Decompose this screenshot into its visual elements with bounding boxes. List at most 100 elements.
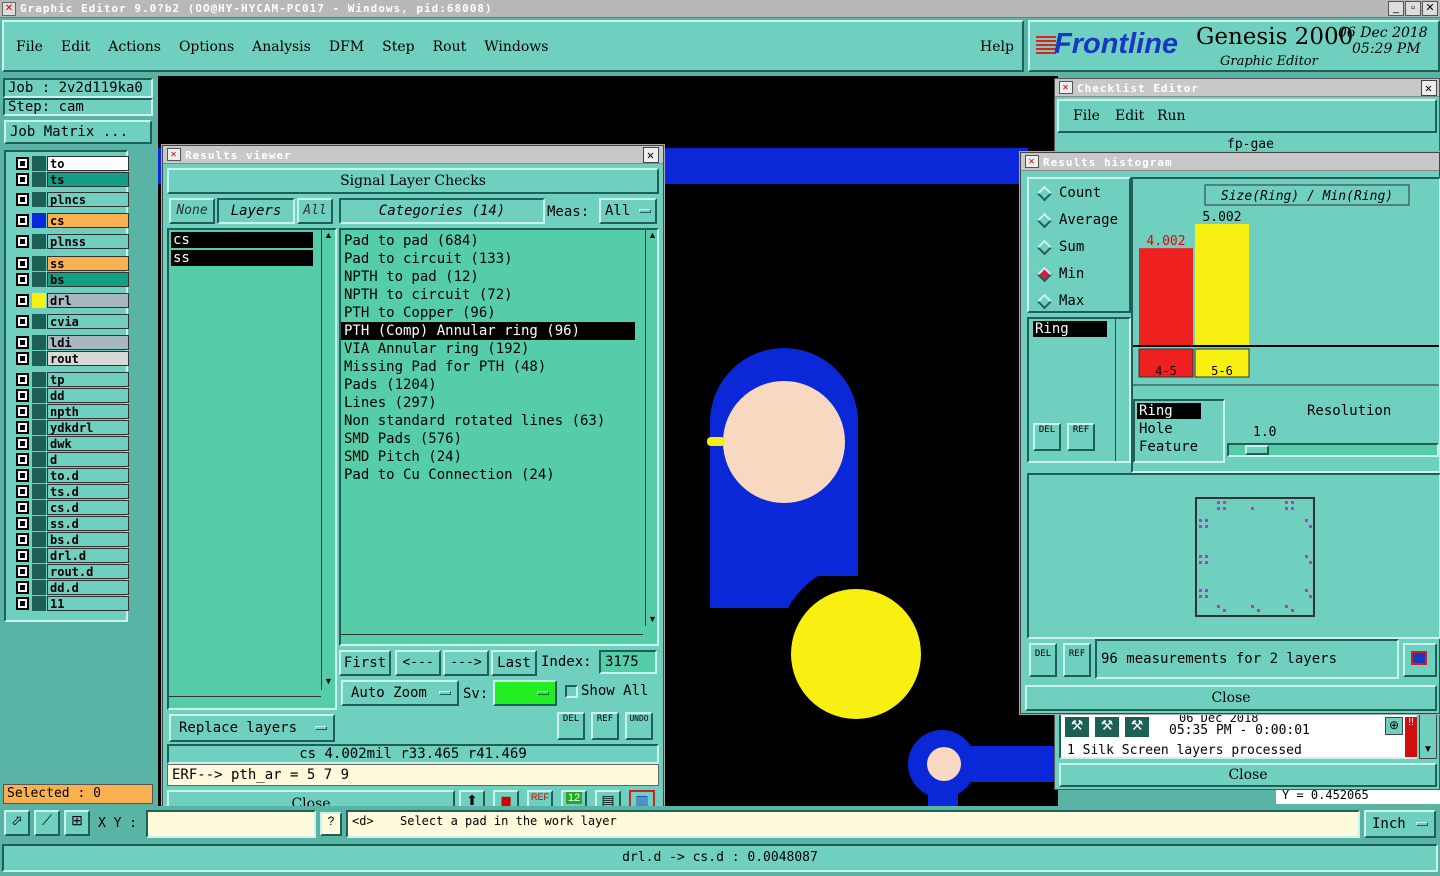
category-hscrollbar[interactable] [341,634,643,646]
layer-row[interactable]: ldi [14,335,130,350]
menu-file[interactable]: File [16,39,43,55]
undo-icon[interactable]: UNDO [625,712,653,740]
layer-affected-mark[interactable] [32,272,46,287]
layer-name[interactable]: dd [47,388,129,403]
layer-row[interactable]: ss [14,256,130,271]
layer-checkbox[interactable] [16,294,29,307]
radio-diamond-icon[interactable] [1036,212,1053,229]
category-item[interactable]: PTH to Copper (96) [341,304,635,322]
layer-name[interactable]: plnss [47,234,129,249]
layer-affected-mark[interactable] [32,580,46,595]
layer-name[interactable]: to.d [47,468,129,483]
unit-select[interactable]: Inch [1364,810,1436,838]
layer-row[interactable]: cvia [14,314,130,329]
checklist-menu-file[interactable]: File [1073,108,1100,124]
log-scrollbar[interactable]: ▼ [1419,713,1437,759]
scroll-up-icon[interactable]: ▲ [648,230,657,240]
results-viewer-close-icon[interactable]: ✕ [643,147,659,163]
layer-row[interactable]: bs.d [14,532,130,547]
layer-name[interactable]: d [47,452,129,467]
layer-name[interactable]: rout.d [47,564,129,579]
layer-affected-mark[interactable] [32,372,46,387]
xy-field[interactable] [146,810,316,838]
close-window-button[interactable]: ✕ [1422,1,1438,16]
category-item[interactable]: VIA Annular ring (192) [341,340,635,358]
layer-affected-mark[interactable] [32,420,46,435]
category-item[interactable]: Pads (1204) [341,376,635,394]
histogram-ref-icon-1[interactable]: REF [1067,423,1095,451]
layer-checkbox[interactable] [16,437,29,450]
layer-affected-mark[interactable] [32,452,46,467]
layer-affected-mark[interactable] [32,484,46,499]
histogram-list-1-item[interactable]: Ring [1033,321,1107,337]
layer-checkbox[interactable] [16,157,29,170]
layer-checkbox[interactable] [16,597,29,610]
menu-step[interactable]: Step [382,39,414,55]
auto-zoom-select[interactable]: Auto Zoom [341,680,459,706]
layer-checkbox[interactable] [16,315,29,328]
scroll-up-icon[interactable]: ▲ [324,230,333,240]
layer-name[interactable]: bs [47,272,129,287]
category-item[interactable]: Pad to Cu Connection (24) [341,466,635,484]
layer-name[interactable]: drl [47,293,129,308]
layer-row[interactable]: drl [14,293,130,308]
grid-icon[interactable]: ⊞ [64,810,90,836]
layer-row[interactable]: drl.d [14,548,130,563]
layer-affected-mark[interactable] [32,293,46,308]
layer-checkbox[interactable] [16,549,29,562]
layer-checkbox[interactable] [16,533,29,546]
layer-name[interactable]: ss [47,256,129,271]
layer-name[interactable]: ldi [47,335,129,350]
layer-name[interactable]: ydkdrl [47,420,129,435]
sv-select[interactable] [493,680,557,706]
layer-row[interactable]: to [14,156,130,171]
menu-edit[interactable]: Edit [61,39,90,55]
menu-dfm[interactable]: DFM [329,39,364,55]
layer-row[interactable]: rout.d [14,564,130,579]
histogram-ref-icon-2[interactable]: REF [1063,643,1091,677]
checklist-close-icon[interactable]: ✕ [1421,80,1437,96]
histogram-bar[interactable] [1195,223,1249,345]
last-button[interactable]: Last [491,650,537,676]
radio-diamond-icon[interactable] [1036,239,1053,256]
category-item[interactable]: Pad to circuit (133) [341,250,635,268]
layer-name[interactable]: dd.d [47,580,129,595]
histogram-list-2-item[interactable]: Ring [1137,403,1201,419]
layer-affected-mark[interactable] [32,172,46,187]
scroll-down-icon[interactable]: ▼ [324,676,333,686]
category-item[interactable]: NPTH to pad (12) [341,268,635,286]
layer-row[interactable]: cs [14,213,130,228]
layer-name[interactable]: npth [47,404,129,419]
layer-row[interactable]: plncs [14,192,130,207]
layer-name[interactable]: tp [47,372,129,387]
replace-layers-select[interactable]: Replace layers [169,714,335,742]
histogram-export-icon[interactable] [1403,643,1437,677]
layer-name[interactable]: cs.d [47,500,129,515]
histogram-list-2-item[interactable]: Hole [1137,421,1201,437]
zoom-icon[interactable]: ⊕ [1385,717,1403,735]
maximize-button[interactable]: ▫ [1405,1,1421,16]
layer-row[interactable]: dd [14,388,130,403]
job-matrix-button[interactable]: Job Matrix ... [4,120,152,144]
category-scrollbar[interactable]: ▲ ▼ [645,230,659,626]
category-item[interactable]: SMD Pads (576) [341,430,635,448]
layer-affected-mark[interactable] [32,404,46,419]
layer-affected-mark[interactable] [32,532,46,547]
histogram-del-icon-2[interactable]: DEL [1029,643,1057,677]
category-item[interactable]: PTH (Comp) Annular ring (96) [341,322,635,340]
show-all-checkbox[interactable] [565,685,578,698]
radio-diamond-icon[interactable] [1036,293,1053,310]
layer-affected-mark[interactable] [32,156,46,171]
menu-rout[interactable]: Rout [433,39,467,55]
menu-actions[interactable]: Actions [108,39,161,55]
layer-checkbox[interactable] [16,405,29,418]
layer-affected-mark[interactable] [32,335,46,350]
layer-checkbox[interactable] [16,352,29,365]
layer-affected-mark[interactable] [32,192,46,207]
snap-icon[interactable]: ⬀ [4,810,30,836]
layer-name[interactable]: drl.d [47,548,129,563]
categories-tab[interactable]: Categories (14) [339,198,545,224]
layer-row[interactable]: bs [14,272,130,287]
layer-name[interactable]: dwk [47,436,129,451]
radio-diamond-icon[interactable] [1036,185,1053,202]
